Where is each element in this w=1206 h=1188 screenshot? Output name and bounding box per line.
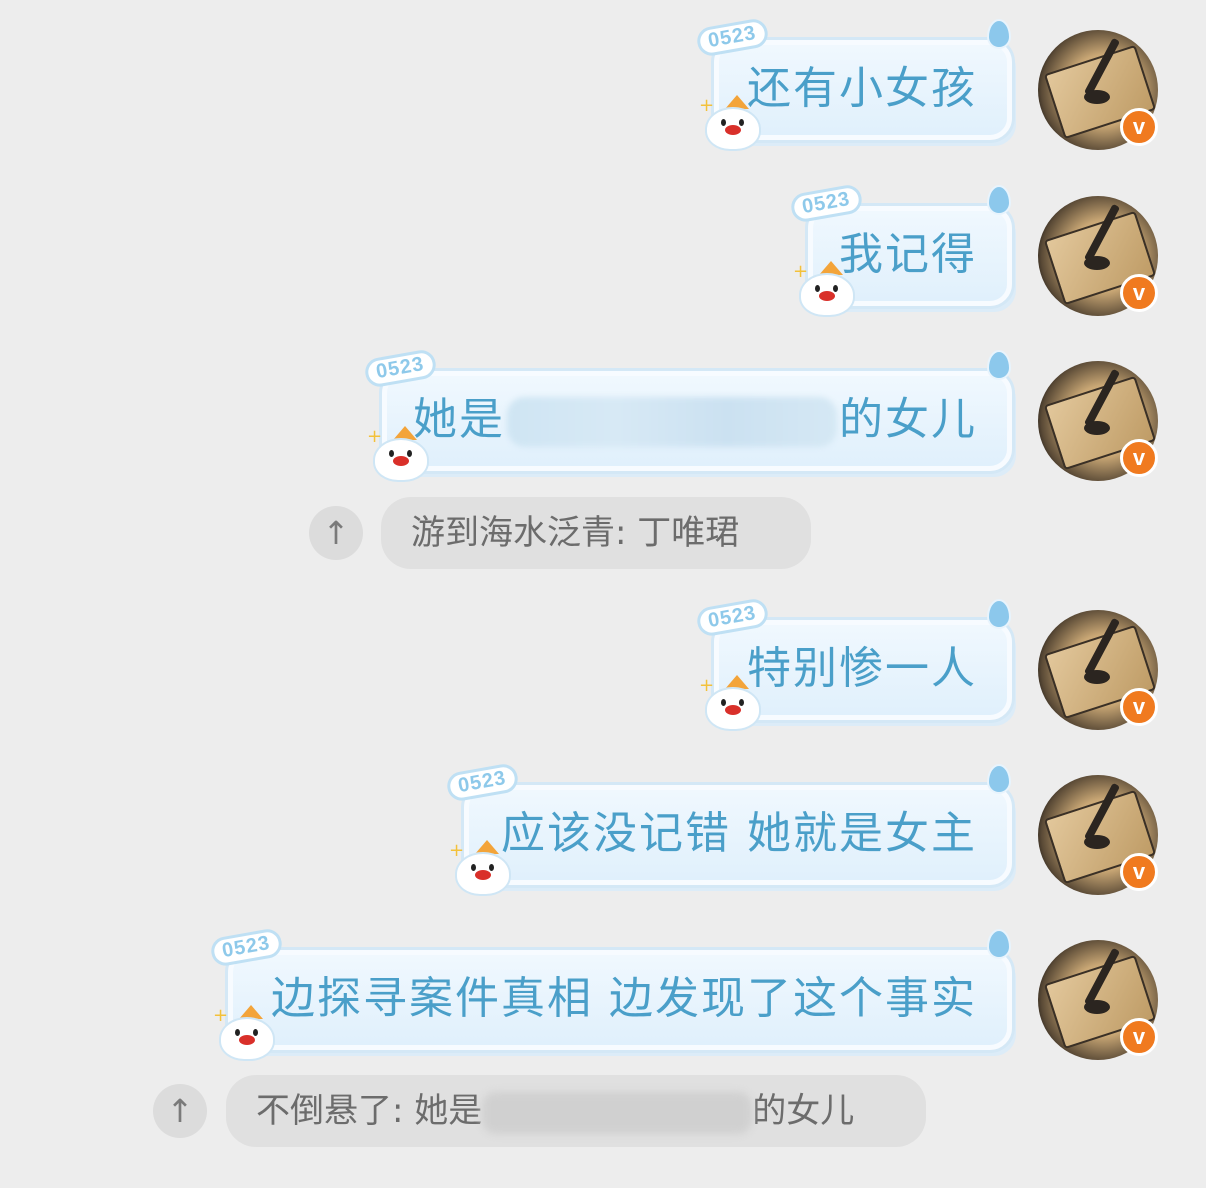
message-text: 我记得 bbox=[839, 229, 977, 280]
verified-badge-icon: v bbox=[1120, 274, 1158, 312]
quote-reply[interactable]: 游到海水泛青: 丁唯珺 bbox=[381, 497, 811, 569]
message-bubble[interactable]: 0523 + 她是 的女儿 bbox=[363, 348, 1012, 482]
message-bubble[interactable]: 0523 + 边探寻案件真相 边发现了这个事实 bbox=[209, 927, 1012, 1061]
bubble-tag: 0523 bbox=[445, 762, 520, 803]
pin-icon[interactable]: ↑ bbox=[309, 506, 363, 560]
message-row: 0523 + 应该没记错 她就是女主 v bbox=[0, 762, 1206, 905]
water-drop-icon bbox=[987, 599, 1011, 629]
verified-badge-icon: v bbox=[1120, 439, 1158, 477]
message-bubble[interactable]: 0523 + 应该没记错 她就是女主 bbox=[445, 762, 1012, 896]
water-drop-icon bbox=[987, 764, 1011, 794]
bubble-tag: 0523 bbox=[695, 597, 770, 638]
message-text: 还有小女孩 bbox=[747, 63, 977, 114]
message-row: 0523 + 特别惨一人 v bbox=[0, 597, 1206, 740]
message-text: 边探寻案件真相 边发现了这个事实 bbox=[271, 973, 977, 1024]
message-bubble[interactable]: 0523 + 还有小女孩 bbox=[695, 17, 1012, 151]
water-drop-icon bbox=[987, 929, 1011, 959]
quote-reply[interactable]: 不倒悬了: 她是 的女儿 bbox=[226, 1075, 926, 1147]
message-bubble[interactable]: 0523 + 我记得 bbox=[789, 183, 1012, 317]
message-row: 0523 + 还有小女孩 v bbox=[0, 17, 1206, 160]
water-drop-icon bbox=[987, 185, 1011, 215]
message-bubble[interactable]: 0523 + 特别惨一人 bbox=[695, 597, 1012, 731]
pin-icon[interactable]: ↑ bbox=[153, 1084, 207, 1138]
verified-badge-icon: v bbox=[1120, 853, 1158, 891]
message-row: 0523 + 我记得 v bbox=[0, 183, 1206, 326]
message-row: 0523 + 她是 的女儿 v bbox=[0, 348, 1206, 491]
message-row: 0523 + 边探寻案件真相 边发现了这个事实 v bbox=[0, 927, 1206, 1070]
bubble-tag: 0523 bbox=[209, 927, 284, 968]
verified-badge-icon: v bbox=[1120, 688, 1158, 726]
redacted-text bbox=[482, 1091, 753, 1134]
duck-icon: + bbox=[213, 1005, 275, 1061]
redacted-text bbox=[507, 397, 837, 447]
quote-text: 不倒悬了: 她是 的女儿 bbox=[256, 1085, 854, 1137]
verified-badge-icon: v bbox=[1120, 108, 1158, 146]
quote-text: 游到海水泛青: 丁唯珺 bbox=[411, 513, 740, 553]
bubble-tag: 0523 bbox=[363, 348, 438, 389]
water-drop-icon bbox=[987, 350, 1011, 380]
message-text: 应该没记错 她就是女主 bbox=[501, 808, 977, 859]
verified-badge-icon: v bbox=[1120, 1018, 1158, 1056]
bubble-tag: 0523 bbox=[789, 183, 864, 224]
bubble-tag: 0523 bbox=[695, 17, 770, 58]
message-text: 特别惨一人 bbox=[747, 643, 977, 694]
message-text: 她是 的女儿 bbox=[413, 394, 977, 447]
water-drop-icon bbox=[987, 19, 1011, 49]
